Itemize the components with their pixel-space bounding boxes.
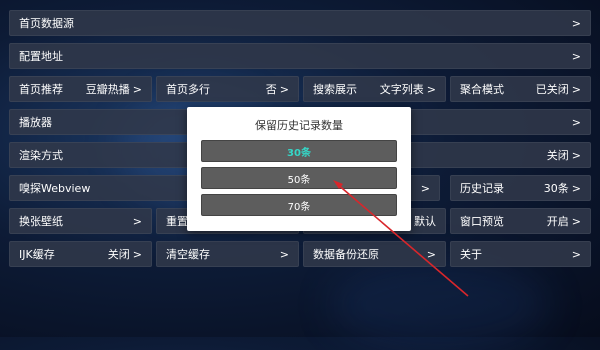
- setting-label: 重置: [166, 215, 188, 228]
- setting-label: 默认: [414, 215, 436, 228]
- chevron-right-icon: >: [132, 214, 142, 228]
- setting-home-data-source[interactable]: 首页数据源 >: [9, 10, 591, 36]
- option-70[interactable]: 70条: [201, 194, 397, 216]
- chevron-right-icon: >: [426, 82, 436, 96]
- setting-label: 窗口预览: [460, 215, 504, 228]
- setting-search-display[interactable]: 搜索展示 文字列表 >: [303, 76, 446, 102]
- chevron-right-icon: >: [132, 82, 142, 96]
- setting-label: IJK缓存: [19, 248, 55, 261]
- setting-value: 豆瓣热播: [85, 83, 130, 96]
- setting-label: 历史记录: [460, 182, 504, 195]
- settings-row: 首页推荐 豆瓣热播 > 首页多行 否 > 搜索展示 文字列表 > 聚合模式 已关闭 >: [9, 76, 591, 102]
- setting-home-recommend[interactable]: 首页推荐 豆瓣热播 >: [9, 76, 152, 102]
- setting-value: 文字列表: [379, 83, 424, 96]
- setting-value: 关闭: [546, 149, 569, 162]
- setting-label: 播放器: [19, 116, 52, 129]
- settings-row: IJK缓存 关闭 > 清空缓存 > 数据备份还原 > 关于 >: [9, 241, 591, 267]
- chevron-right-icon: >: [279, 247, 289, 261]
- setting-config-address[interactable]: 配置地址 >: [9, 43, 591, 69]
- setting-clear-cache[interactable]: 清空缓存 >: [156, 241, 299, 267]
- setting-home-multirow[interactable]: 首页多行 否 >: [156, 76, 299, 102]
- setting-history[interactable]: 历史记录 30条 >: [450, 175, 591, 201]
- setting-aggregate-mode[interactable]: 聚合模式 已关闭 >: [450, 76, 591, 102]
- setting-label: 搜索展示: [313, 83, 357, 96]
- setting-label: 关于: [460, 248, 482, 261]
- settings-row: 配置地址 >: [9, 43, 591, 69]
- setting-label: 嗅探Webview: [19, 182, 91, 195]
- dialog-title: 保留历史记录数量: [255, 119, 343, 132]
- setting-value: 关闭: [107, 248, 130, 261]
- chevron-right-icon: >: [571, 82, 581, 96]
- chevron-right-icon: >: [571, 115, 581, 129]
- setting-change-wallpaper[interactable]: 换张壁纸 >: [9, 208, 152, 234]
- setting-label: 清空缓存: [166, 248, 210, 261]
- chevron-right-icon: >: [426, 247, 436, 261]
- chevron-right-icon: >: [571, 247, 581, 261]
- history-count-dialog: 保留历史记录数量 30条 50条 70条: [187, 107, 411, 231]
- option-30[interactable]: 30条: [201, 140, 397, 162]
- setting-ijk-cache[interactable]: IJK缓存 关闭 >: [9, 241, 152, 267]
- settings-row: 首页数据源 >: [9, 10, 591, 36]
- setting-backup-restore[interactable]: 数据备份还原 >: [303, 241, 446, 267]
- setting-label: 配置地址: [19, 50, 63, 63]
- setting-about[interactable]: 关于 >: [450, 241, 591, 267]
- chevron-right-icon: >: [571, 148, 581, 162]
- chevron-right-icon: >: [571, 214, 581, 228]
- setting-label: 首页多行: [166, 83, 210, 96]
- setting-label: 数据备份还原: [313, 248, 379, 261]
- option-50[interactable]: 50条: [201, 167, 397, 189]
- setting-value: 开启: [546, 215, 569, 228]
- chevron-right-icon: >: [571, 181, 581, 195]
- setting-window-preview[interactable]: 窗口预览 开启 >: [450, 208, 591, 234]
- chevron-right-icon: >: [420, 181, 430, 195]
- chevron-right-icon: >: [132, 247, 142, 261]
- chevron-right-icon: >: [279, 82, 289, 96]
- setting-label: 首页推荐: [19, 83, 63, 96]
- chevron-right-icon: >: [571, 16, 581, 30]
- setting-label: 聚合模式: [460, 83, 504, 96]
- setting-value: 否: [265, 83, 277, 96]
- chevron-right-icon: >: [571, 49, 581, 63]
- setting-value: 已关闭: [535, 83, 569, 96]
- setting-label: 首页数据源: [19, 17, 74, 30]
- setting-value: 30条: [543, 182, 569, 195]
- setting-label: 换张壁纸: [19, 215, 63, 228]
- setting-label: 渲染方式: [19, 149, 63, 162]
